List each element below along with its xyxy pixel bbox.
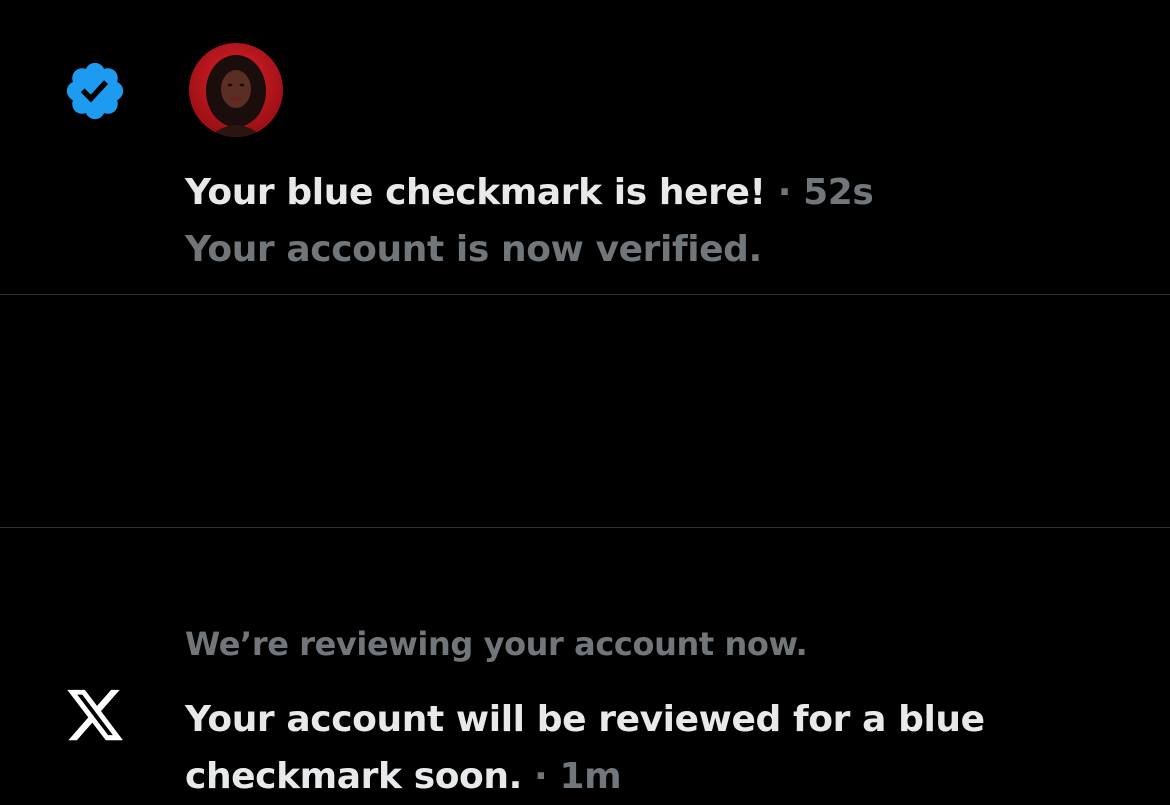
notification-title: Your blue checkmark is here! · 52s: [185, 169, 874, 217]
title-text: Your blue checkmark is here!: [185, 172, 766, 213]
avatar[interactable]: [189, 43, 283, 137]
x-logo-icon: [64, 684, 126, 746]
notification-subtitle: Your account is now verified.: [185, 229, 762, 270]
separator-dot: ·: [534, 756, 548, 797]
timestamp: 1m: [559, 756, 622, 797]
notification-verified[interactable]: Your blue checkmark is here! · 52s Your …: [0, 0, 1170, 295]
separator-dot: ·: [777, 172, 792, 213]
verified-badge-icon: [62, 58, 128, 124]
notification-review[interactable]: We’re reviewing your account now. Your a…: [0, 295, 1170, 797]
timestamp: 52s: [803, 172, 874, 213]
notification-body: Your account will be reviewed for a blue…: [185, 691, 1085, 805]
notification-preview: We’re reviewing your account now.: [185, 625, 808, 663]
